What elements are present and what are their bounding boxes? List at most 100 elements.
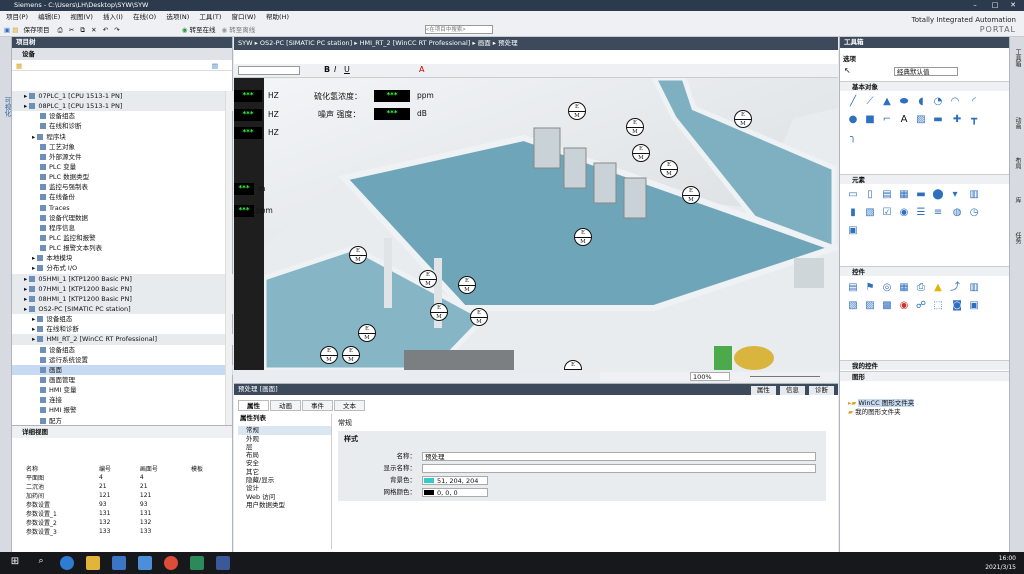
bar-element-icon[interactable]: ▬: [914, 188, 928, 202]
task-card-toolbox[interactable]: 工具箱: [1013, 49, 1022, 67]
task-card-tasks[interactable]: 任务: [1013, 232, 1022, 244]
circular-arc-icon[interactable]: ◜: [967, 95, 981, 109]
name-field[interactable]: 预处理: [422, 452, 816, 461]
new-project-icon[interactable]: ▣: [4, 26, 10, 34]
zoom-select[interactable]: 100%: [690, 372, 730, 381]
status-icon[interactable]: ▧: [846, 299, 860, 313]
menu-edit[interactable]: 编辑(E): [38, 13, 60, 21]
pipe-icon[interactable]: ▬: [931, 113, 945, 127]
table-row[interactable]: 平面图 4 4: [14, 473, 220, 482]
italic-icon[interactable]: I: [334, 65, 336, 74]
monitor-symbol[interactable]: EM: [342, 346, 360, 364]
table-row[interactable]: 二沉池 21 21: [14, 482, 220, 491]
print-icon[interactable]: ⎙: [58, 26, 63, 34]
task-card-libraries[interactable]: 库: [1013, 197, 1022, 203]
edge-icon[interactable]: [60, 556, 74, 570]
col-screen-number[interactable]: 画面号: [128, 464, 179, 473]
detail-view-title[interactable]: 详细视图: [12, 426, 232, 438]
display-name-field[interactable]: [422, 464, 816, 473]
prop-user-data-type[interactable]: 用户数据类型: [238, 501, 331, 509]
tree-item[interactable]: 画面: [12, 364, 233, 375]
trend-view-icon[interactable]: ⚑: [863, 281, 877, 295]
warning-icon[interactable]: ▲: [931, 281, 945, 295]
cut-icon[interactable]: ✂: [69, 26, 74, 34]
monitor-symbol[interactable]: EM: [419, 270, 437, 288]
list-box-icon[interactable]: ☰: [914, 206, 928, 220]
task-card-animations[interactable]: 动画: [1013, 117, 1022, 129]
tree-item[interactable]: 监控与强制表: [12, 182, 233, 192]
menu-insert[interactable]: 插入(I): [103, 13, 123, 21]
monitor-symbol[interactable]: EM: [349, 246, 367, 264]
tree-item[interactable]: ▸ 在线和诊断: [12, 324, 233, 334]
menu-online[interactable]: 在线(O): [133, 13, 156, 21]
task-card-layout[interactable]: 布局: [1013, 157, 1022, 169]
date-time-icon[interactable]: ▣: [846, 224, 860, 238]
ole-container-icon[interactable]: ⬚: [931, 299, 945, 313]
prop-layer[interactable]: 层: [238, 443, 331, 451]
button-icon[interactable]: ▯: [863, 188, 877, 202]
menu-window[interactable]: 窗口(W): [231, 13, 256, 21]
monitor-symbol[interactable]: EM: [632, 144, 650, 162]
tab-animations[interactable]: 动画: [270, 400, 301, 411]
store-icon[interactable]: [112, 556, 126, 570]
close-button[interactable]: ✕: [1004, 0, 1022, 11]
tree-item[interactable]: HMI 变量: [12, 385, 233, 395]
monitor-symbol[interactable]: EM: [458, 276, 476, 294]
slider-icon[interactable]: ▥: [967, 188, 981, 202]
tree-item[interactable]: PLC 报警文本列表: [12, 243, 233, 253]
tree-item[interactable]: 在线和诊断: [12, 121, 233, 131]
tree-item[interactable]: 工艺对象: [12, 142, 233, 152]
go-online-button[interactable]: 转至在线: [189, 26, 215, 34]
tab-properties-top[interactable]: 属性: [750, 386, 776, 395]
system-clock[interactable]: 16:00 2021/3/15: [985, 554, 1016, 572]
menu-view[interactable]: 视图(V): [70, 13, 93, 21]
tree-item[interactable]: ▸ 07HMI_1 [KTP1200 Basic PN]: [12, 283, 233, 294]
font-select[interactable]: [238, 66, 300, 75]
tree-item[interactable]: ▸ 07PLC_1 [CPU 1513-1 PN]: [12, 91, 233, 102]
redo-icon[interactable]: ↷: [114, 26, 119, 34]
tree-item[interactable]: 在线备份: [12, 192, 233, 202]
app-taskbar-icon[interactable]: [216, 556, 230, 570]
option-button-icon[interactable]: ◉: [897, 206, 911, 220]
chrome-icon[interactable]: [164, 556, 178, 570]
polygon-icon[interactable]: ▲: [880, 95, 894, 109]
circle-segment-icon[interactable]: ◔: [931, 95, 945, 109]
bold-icon[interactable]: B: [324, 65, 330, 74]
system-diagnostics-icon[interactable]: ☍: [914, 299, 928, 313]
monitor-symbol[interactable]: EM: [574, 228, 592, 246]
user-view-icon[interactable]: ◎: [880, 281, 894, 295]
tab-events[interactable]: 事件: [302, 400, 333, 411]
menu-help[interactable]: 帮助(H): [266, 13, 289, 21]
tree-item[interactable]: 外部源文件: [12, 152, 233, 162]
tab-texts[interactable]: 文本: [334, 400, 365, 411]
tree-item[interactable]: 设备组态: [12, 111, 233, 121]
table-row[interactable]: 参数设置 93 93: [14, 500, 220, 509]
monitor-symbol[interactable]: EM: [430, 303, 448, 321]
circle-icon[interactable]: ●: [846, 113, 860, 127]
checkbox-icon[interactable]: ☑: [880, 206, 894, 220]
monitor-symbol[interactable]: EM: [568, 102, 586, 120]
io-field-icon[interactable]: ▭: [846, 188, 860, 202]
clock-icon[interactable]: ◷: [967, 206, 981, 220]
tree-item[interactable]: PLC 变量: [12, 162, 233, 172]
table-row[interactable]: 参数设置_1 131 131: [14, 509, 220, 518]
prop-misc[interactable]: 其它: [238, 468, 331, 476]
media-player-icon[interactable]: ▩: [880, 299, 894, 313]
frequency-display-3[interactable]: ***: [234, 127, 262, 139]
tree-item[interactable]: ▸ OS2-PC [SIMATIC PC station]: [12, 303, 233, 315]
monitor-symbol[interactable]: EM: [564, 360, 582, 370]
basic-objects-section[interactable]: 基本对象: [840, 81, 1010, 91]
style-select[interactable]: 经典默认值: [894, 67, 958, 76]
elements-section[interactable]: 元素: [840, 174, 1010, 184]
monitor-symbol[interactable]: EM: [320, 346, 338, 364]
tree-item[interactable]: ▸ 程序块: [12, 132, 233, 142]
wincc-graphics-folder[interactable]: ▸▰ WinCC 图形文件夹: [848, 397, 915, 407]
tree-item[interactable]: 程序信息: [12, 223, 233, 233]
minimize-button[interactable]: –: [966, 0, 984, 11]
gauge-icon[interactable]: ◍: [950, 206, 964, 220]
connector-icon[interactable]: ⌐: [880, 113, 894, 127]
tab-info[interactable]: 信息: [779, 386, 805, 395]
gas-display[interactable]: ***: [234, 205, 254, 217]
tree-item[interactable]: 连接: [12, 395, 233, 405]
ellipse-segment-icon[interactable]: ◖: [914, 95, 928, 109]
